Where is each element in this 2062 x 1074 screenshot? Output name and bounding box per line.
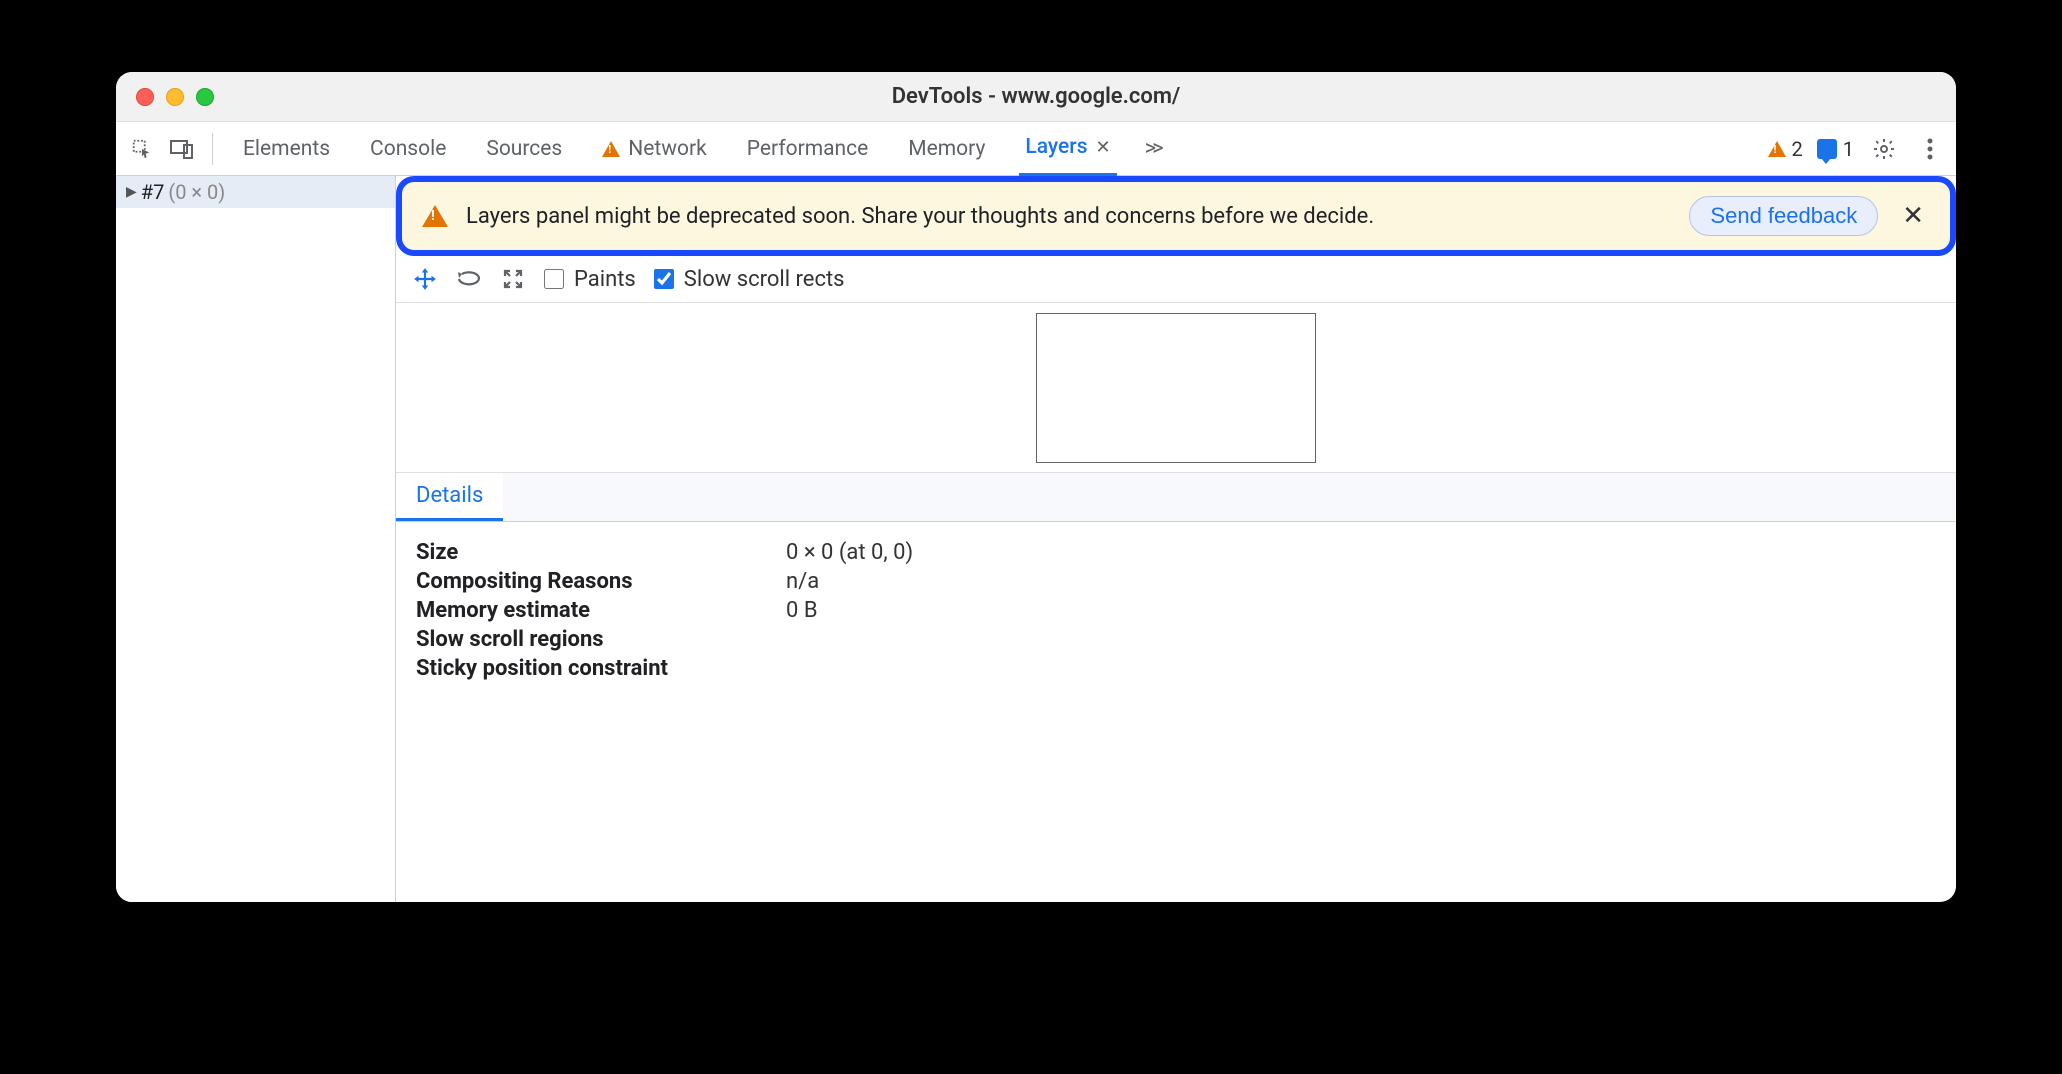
detail-row-slow-scroll: Slow scroll regions xyxy=(416,627,1936,652)
toolbar-right: 2 1 xyxy=(1768,133,1947,165)
panel-body: ▶ #7 (0 × 0) Layers panel might be depre… xyxy=(116,176,1956,902)
rotate-mode-icon[interactable] xyxy=(456,266,482,292)
detail-value: n/a xyxy=(786,569,819,594)
warnings-count: 2 xyxy=(1792,137,1803,161)
detail-value: 0 × 0 (at 0, 0) xyxy=(786,540,913,565)
window-title: DevTools - www.google.com/ xyxy=(116,84,1956,109)
messages-count: 1 xyxy=(1843,137,1854,161)
paints-label: Paints xyxy=(574,267,636,292)
inspect-element-icon[interactable] xyxy=(126,133,158,165)
panel-tabs: Elements Console Sources Network Perform… xyxy=(237,122,1760,176)
tab-label: Performance xyxy=(747,137,868,161)
zoom-window-icon[interactable] xyxy=(196,88,214,106)
tree-row-dims: (0 × 0) xyxy=(168,180,225,204)
device-toolbar-icon[interactable] xyxy=(166,133,198,165)
warning-icon xyxy=(1768,141,1786,157)
message-icon xyxy=(1817,139,1837,159)
messages-badge[interactable]: 1 xyxy=(1817,137,1854,161)
tab-label: Elements xyxy=(243,137,330,161)
tree-row-label: #7 xyxy=(141,180,165,204)
tab-performance[interactable]: Performance xyxy=(741,122,874,176)
detail-key: Memory estimate xyxy=(416,598,776,623)
tab-sources[interactable]: Sources xyxy=(480,122,568,176)
paints-checkbox-input[interactable] xyxy=(544,269,564,289)
detail-row-compositing: Compositing Reasons n/a xyxy=(416,569,1936,594)
tab-network[interactable]: Network xyxy=(596,122,713,176)
titlebar: DevTools - www.google.com/ xyxy=(116,72,1956,122)
warnings-badge[interactable]: 2 xyxy=(1768,137,1803,161)
close-tab-icon[interactable]: ✕ xyxy=(1096,137,1111,158)
slow-scroll-label: Slow scroll rects xyxy=(684,267,845,292)
tab-layers[interactable]: Layers ✕ xyxy=(1019,122,1116,176)
deprecation-banner-wrap: Layers panel might be deprecated soon. S… xyxy=(396,176,1956,256)
detail-key: Slow scroll regions xyxy=(416,627,776,652)
slow-scroll-rects-checkbox[interactable]: Slow scroll rects xyxy=(654,267,845,292)
deprecation-banner: Layers panel might be deprecated soon. S… xyxy=(396,176,1956,256)
layers-3d-view[interactable] xyxy=(396,303,1956,473)
close-window-icon[interactable] xyxy=(136,88,154,106)
detail-row-memory: Memory estimate 0 B xyxy=(416,598,1936,623)
paints-checkbox[interactable]: Paints xyxy=(544,267,636,292)
details-tab[interactable]: Details xyxy=(396,473,503,521)
pan-mode-icon[interactable] xyxy=(412,266,438,292)
send-feedback-button[interactable]: Send feedback xyxy=(1689,196,1878,236)
more-tabs-icon[interactable]: >> xyxy=(1145,136,1160,161)
detail-value: 0 B xyxy=(786,598,818,623)
details-body: Size 0 × 0 (at 0, 0) Compositing Reasons… xyxy=(396,522,1956,699)
tree-row[interactable]: ▶ #7 (0 × 0) xyxy=(116,176,395,208)
close-banner-icon[interactable]: ✕ xyxy=(1896,201,1930,231)
layers-main: Layers panel might be deprecated soon. S… xyxy=(396,176,1956,902)
details-tabs: Details xyxy=(396,473,1956,522)
window-controls xyxy=(136,88,214,106)
reset-view-icon[interactable] xyxy=(500,266,526,292)
minimize-window-icon[interactable] xyxy=(166,88,184,106)
tab-label: Console xyxy=(370,137,446,161)
tab-memory[interactable]: Memory xyxy=(902,122,991,176)
detail-row-size: Size 0 × 0 (at 0, 0) xyxy=(416,540,1936,565)
layers-tree-sidebar: ▶ #7 (0 × 0) xyxy=(116,176,396,902)
tab-label: Sources xyxy=(486,137,562,161)
separator xyxy=(212,133,213,165)
tab-label: Layers xyxy=(1025,135,1087,159)
layers-view-toolbar: Paints Slow scroll rects xyxy=(396,256,1956,303)
tree-expand-icon[interactable]: ▶ xyxy=(126,184,137,200)
layer-outline[interactable] xyxy=(1036,313,1316,463)
detail-key: Size xyxy=(416,540,776,565)
tab-console[interactable]: Console xyxy=(364,122,452,176)
tab-elements[interactable]: Elements xyxy=(237,122,336,176)
detail-key: Compositing Reasons xyxy=(416,569,776,594)
detail-row-sticky: Sticky position constraint xyxy=(416,656,1936,681)
tab-label: Network xyxy=(628,137,707,161)
warning-icon xyxy=(422,205,448,227)
slow-scroll-rects-checkbox-input[interactable] xyxy=(654,269,674,289)
settings-icon[interactable] xyxy=(1868,133,1900,165)
detail-key: Sticky position constraint xyxy=(416,656,776,681)
devtools-window: DevTools - www.google.com/ Elements Cons… xyxy=(116,72,1956,902)
main-toolbar: Elements Console Sources Network Perform… xyxy=(116,122,1956,176)
banner-text: Layers panel might be deprecated soon. S… xyxy=(466,204,1671,229)
tab-label: Memory xyxy=(908,137,985,161)
more-options-icon[interactable] xyxy=(1914,133,1946,165)
warning-icon xyxy=(602,141,620,157)
